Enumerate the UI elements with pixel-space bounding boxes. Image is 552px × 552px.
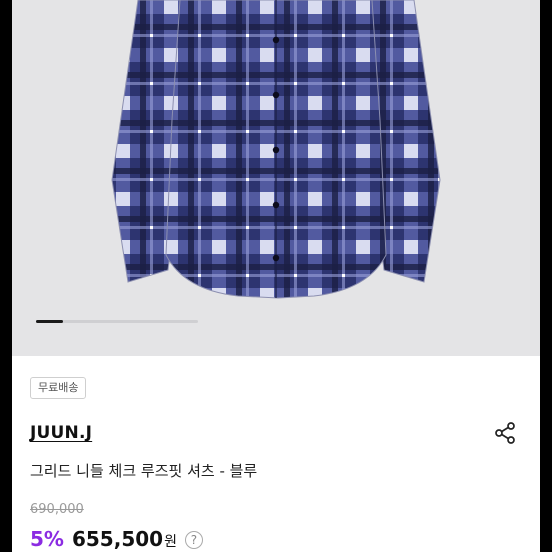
brand-link[interactable]: JUUN.J (30, 423, 92, 443)
currency-label: 원 (164, 534, 177, 550)
product-image-carousel[interactable] (12, 0, 540, 356)
carousel-progress-fill (36, 320, 63, 323)
price-row: 5% 655,500 원 ? (30, 527, 203, 551)
product-title: 그리드 니들 체크 루즈핏 셔츠 - 블루 (30, 462, 258, 480)
question-circle-icon[interactable]: ? (184, 531, 203, 549)
free-shipping-badge: 무료배송 (30, 377, 87, 399)
carousel-progress (36, 320, 198, 323)
discount-rate: 5% (30, 527, 64, 551)
plaid-shirt-image (111, 0, 441, 299)
share-icon[interactable] (492, 420, 518, 446)
product-page: 무료배송 JUUN.J 그리드 니들 체크 루즈핏 셔츠 - 블루 690,00… (12, 0, 540, 552)
original-price: 690,000 (30, 502, 84, 517)
sale-price: 655,500 (71, 527, 164, 551)
